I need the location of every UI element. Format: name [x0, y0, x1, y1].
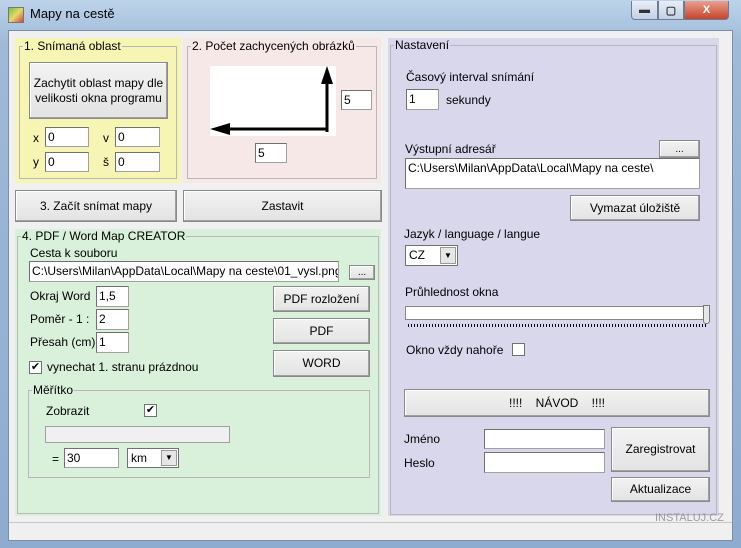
s-label: š	[103, 155, 109, 169]
transparency-slider-thumb[interactable]	[703, 305, 710, 324]
output-dir-input[interactable]: C:\Users\Milan\AppData\Local\Mapy na ces…	[405, 158, 700, 189]
x-label: x	[33, 131, 39, 145]
always-on-top-checkbox[interactable]	[512, 343, 525, 356]
password-label: Heslo	[404, 456, 435, 470]
word-button[interactable]: WORD	[273, 350, 370, 377]
minimize-button[interactable]: ▬	[631, 1, 658, 20]
equals-label: =	[52, 452, 60, 466]
language-value: CZ	[409, 248, 425, 262]
scale-value-input[interactable]: 30	[64, 448, 119, 468]
capture-area-title: 1. Snímaná oblast	[23, 39, 122, 53]
direction-diagram	[210, 66, 336, 136]
transparency-label: Průhlednost okna	[405, 285, 499, 299]
manual-button[interactable]: !!!! NÁVOD !!!!	[404, 389, 710, 417]
status-bar	[9, 522, 732, 540]
stop-button[interactable]: Zastavit	[183, 190, 382, 222]
skip-first-page-label: vynechat 1. stranu prázdnou	[47, 360, 199, 374]
transparency-slider-track[interactable]	[405, 306, 705, 320]
register-button[interactable]: Zaregistrovat	[611, 427, 710, 472]
show-scale-checkbox[interactable]: ✔	[144, 404, 157, 417]
image-count-title: 2. Počet zachycených obrázků	[191, 39, 356, 53]
name-input[interactable]	[484, 429, 605, 449]
x-input[interactable]: 0	[45, 127, 89, 147]
scale-title: Měřítko	[32, 383, 75, 397]
capture-window-area-button[interactable]: Zachytit oblast mapy dle velikosti okna …	[29, 62, 168, 119]
skip-first-page-checkbox[interactable]: ✔	[29, 361, 42, 374]
chevron-down-icon: ▼	[440, 247, 456, 264]
path-label: Cesta k souboru	[30, 246, 118, 260]
margin-input[interactable]: 1,5	[96, 286, 129, 307]
path-input[interactable]: C:\Users\Milan\AppData\Local\Mapy na ces…	[29, 261, 339, 282]
horizontal-count-input[interactable]: 5	[255, 143, 287, 163]
interval-input[interactable]: 1	[406, 89, 439, 110]
language-select[interactable]: CZ ▼	[405, 245, 458, 266]
scale-unit-value: km	[131, 451, 147, 465]
ratio-label: Poměr - 1 :	[30, 312, 90, 326]
language-label: Jazyk / language / langue	[404, 227, 541, 241]
margin-label: Okraj Word	[30, 289, 91, 303]
s-input[interactable]: 0	[115, 152, 160, 172]
settings-title: Nastavení	[394, 38, 451, 52]
creator-title: 4. PDF / Word Map CREATOR	[21, 229, 187, 243]
app-icon	[8, 7, 24, 23]
output-dir-label: Výstupní adresář	[405, 142, 496, 156]
chevron-down-icon: ▼	[161, 450, 177, 466]
always-on-top-label: Okno vždy nahoře	[406, 343, 504, 357]
show-scale-label: Zobrazit	[46, 404, 90, 418]
update-button[interactable]: Aktualizace	[611, 477, 710, 502]
scale-unit-select[interactable]: km ▼	[127, 448, 179, 468]
path-browse-button[interactable]: ...	[349, 265, 375, 280]
watermark: INSTALUJ.CZ	[655, 512, 724, 524]
v-label: v	[103, 131, 109, 145]
overlap-input[interactable]: 1	[96, 332, 129, 353]
pdf-button[interactable]: PDF	[273, 318, 370, 344]
overlap-label: Přesah (cm)	[30, 335, 96, 349]
pdf-layout-button[interactable]: PDF rozložení	[273, 286, 370, 312]
ratio-input[interactable]: 2	[96, 309, 129, 330]
clear-storage-button[interactable]: Vymazat úložiště	[570, 195, 700, 221]
v-input[interactable]: 0	[115, 127, 160, 147]
password-input[interactable]	[484, 452, 605, 473]
slider-ticks	[408, 324, 706, 327]
start-capture-button[interactable]: 3. Začít snímat mapy	[15, 190, 177, 222]
scale-bar-preview	[45, 426, 230, 443]
direction-arrows-icon	[210, 66, 333, 135]
output-browse-button[interactable]: ...	[659, 140, 700, 158]
interval-unit-label: sekundy	[446, 93, 491, 107]
name-label: Jméno	[404, 432, 441, 446]
window-title: Mapy na cestě	[30, 6, 115, 21]
interval-label: Časový interval snímání	[406, 70, 535, 84]
vertical-count-input[interactable]: 5	[341, 90, 372, 110]
close-button[interactable]: X	[684, 1, 729, 20]
y-label: y	[33, 155, 39, 169]
maximize-button[interactable]: ▢	[658, 1, 684, 20]
y-input[interactable]: 0	[45, 152, 89, 172]
